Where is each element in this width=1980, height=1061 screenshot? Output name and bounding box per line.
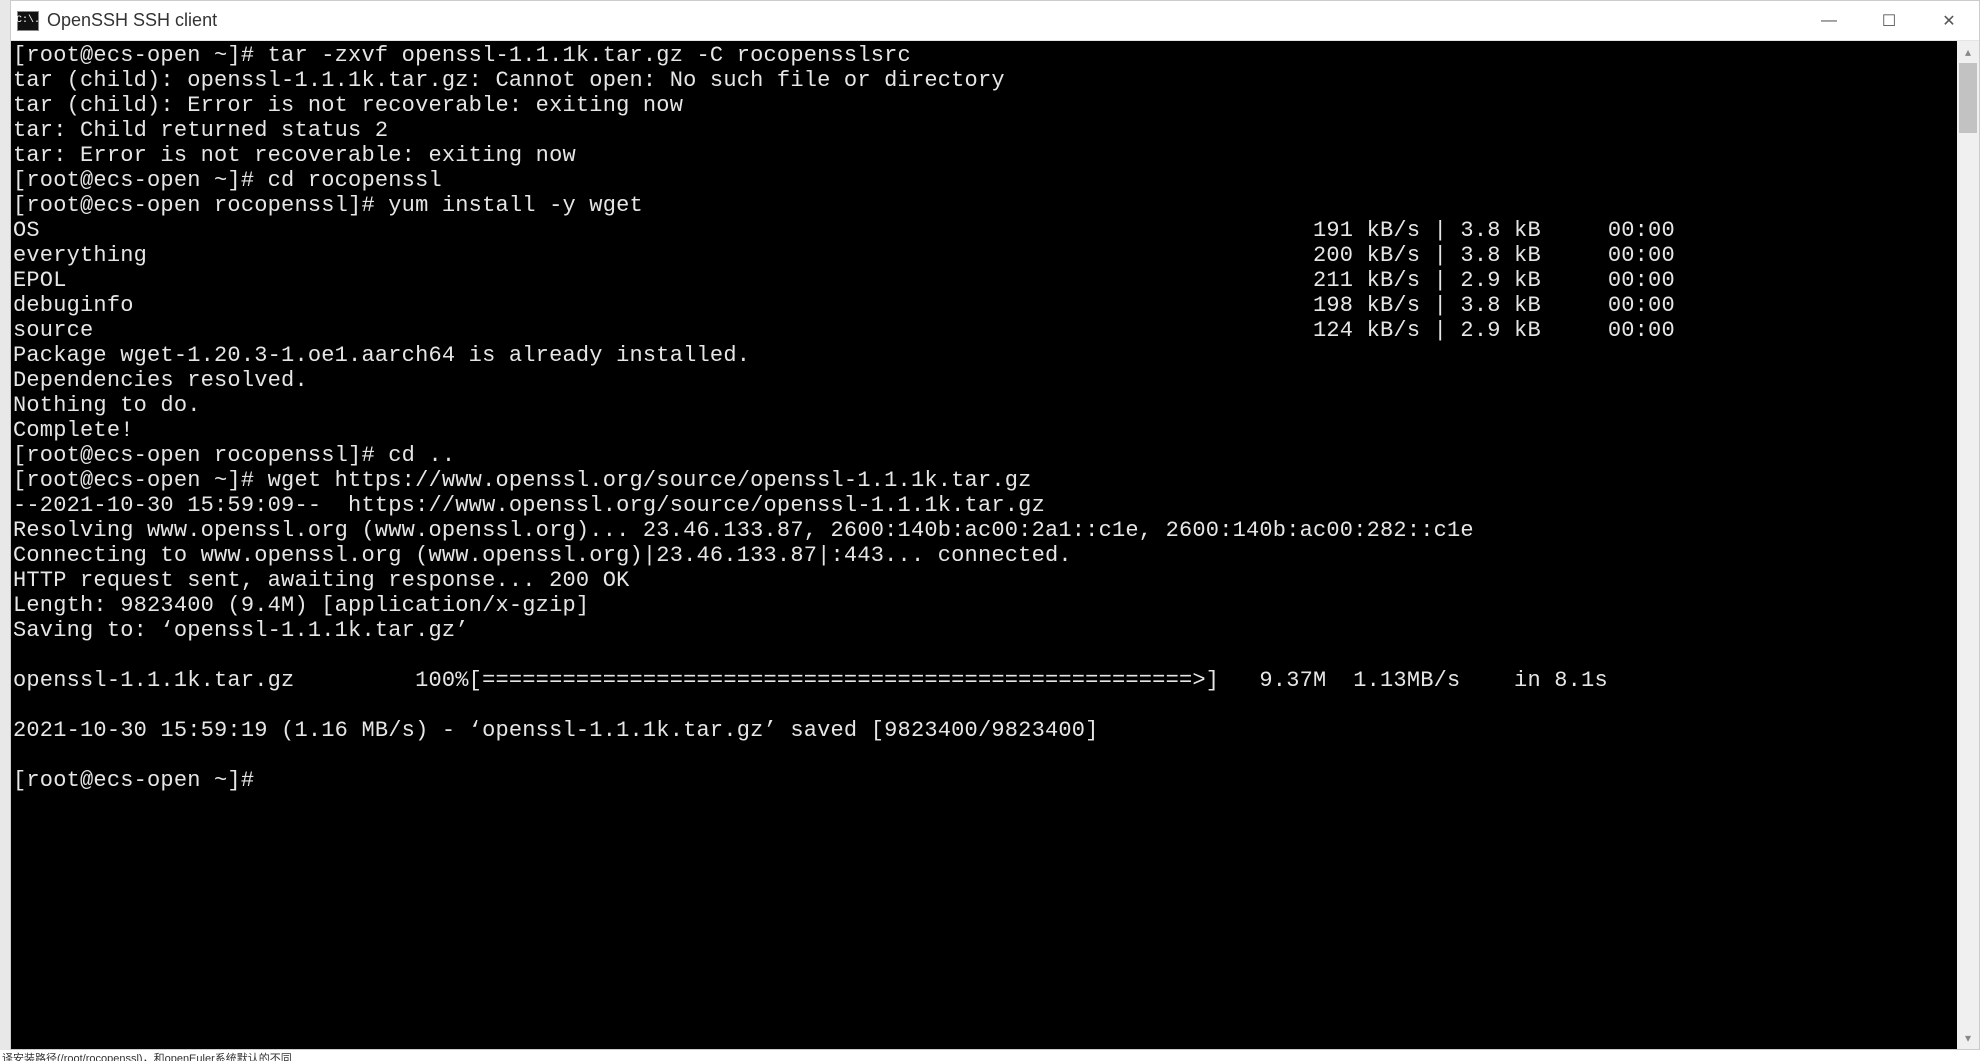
window-titlebar[interactable]: C:\. OpenSSH SSH client — ☐ ✕	[11, 1, 1979, 41]
background-editor-fragment: 译安装路径(/root/rocopenssl)，和openEuler系统默认的不…	[0, 1050, 1980, 1061]
scroll-down-button[interactable]: ▾	[1957, 1027, 1979, 1049]
close-button[interactable]: ✕	[1919, 1, 1979, 40]
window-title: OpenSSH SSH client	[47, 10, 1799, 31]
scroll-thumb[interactable]	[1959, 63, 1977, 133]
app-icon: C:\.	[17, 11, 39, 31]
terminal-container: [root@ecs-open ~]# tar -zxvf openssl-1.1…	[11, 41, 1979, 1049]
window-controls: — ☐ ✕	[1799, 1, 1979, 40]
vertical-scrollbar[interactable]: ▴ ▾	[1957, 41, 1979, 1049]
ssh-client-window: C:\. OpenSSH SSH client — ☐ ✕ [root@ecs-…	[10, 0, 1980, 1050]
editor-left-gutter	[0, 0, 10, 1061]
terminal-output[interactable]: [root@ecs-open ~]# tar -zxvf openssl-1.1…	[11, 41, 1957, 1049]
minimize-button[interactable]: —	[1799, 1, 1859, 40]
scroll-up-button[interactable]: ▴	[1957, 41, 1979, 63]
maximize-button[interactable]: ☐	[1859, 1, 1919, 40]
